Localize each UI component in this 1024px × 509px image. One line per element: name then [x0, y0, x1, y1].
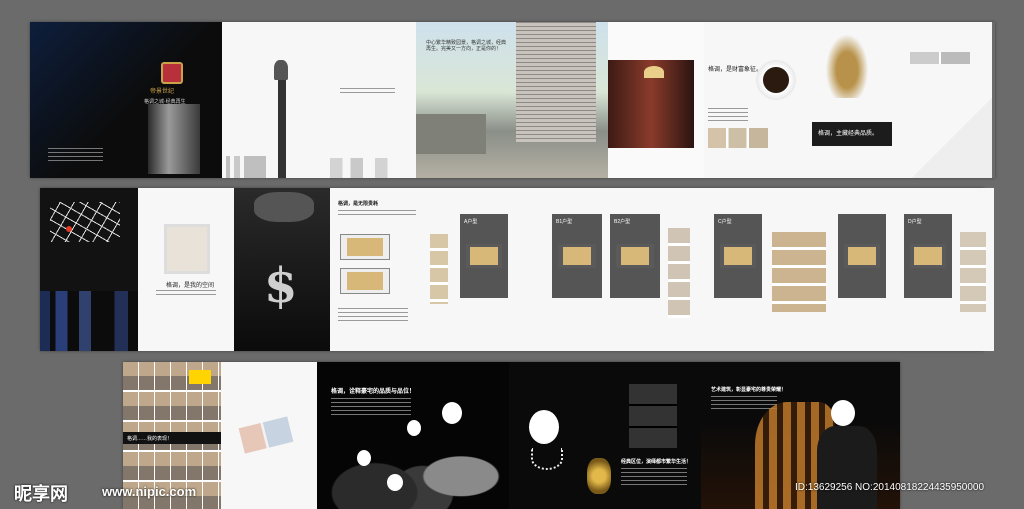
statue-page [222, 22, 320, 178]
pearl-necklace [531, 448, 563, 470]
interior-thumbs [708, 128, 768, 148]
site-plan-2 [340, 268, 390, 294]
chandelier [822, 28, 872, 98]
photo-strip [629, 384, 677, 448]
brochure-row-2: 格调，是我的空间 $ 格调，是无限贵耗 A户型 B1户型 B2户型 C户型 D户… [40, 188, 994, 351]
face-3 [357, 450, 371, 466]
white-stairs [912, 98, 992, 178]
unit-b2-panel: B2户型 [610, 214, 660, 298]
unit-b-thumbs [668, 228, 690, 318]
floorplan-overview-page: 格调，是无限贵耗 [330, 188, 426, 351]
tower-image [148, 104, 200, 174]
chandelier-page: 格调，主藏经典品质。 [800, 22, 896, 178]
unit-c-panel-2 [838, 214, 886, 298]
dollar-chain-page: $ [234, 188, 330, 351]
night-skyline [40, 291, 138, 351]
executive-group [317, 400, 509, 509]
intro-text [340, 88, 395, 96]
brand-name: 帝景世纪 [150, 89, 175, 95]
unit-d-page: D户型 [900, 188, 994, 351]
brochure-row-3: 格调……我的表现！ 格调，诠释豪宅的品质与品位！ 经典区位，演绎都市繁华生活！ … [123, 362, 900, 509]
model-face [529, 410, 559, 444]
unit-b2-label: B2户型 [614, 219, 631, 225]
page2-text [156, 290, 216, 298]
cover-text [48, 148, 103, 164]
man-suit [817, 426, 877, 509]
stairs-page [896, 22, 992, 178]
unit-b2-floorplan [616, 244, 654, 268]
shops-image [416, 114, 486, 154]
brochure-row-1: 帝景世纪 格调之城·经典再生 中心繁华精致园景，格调之城，经典再生。完美又一方向… [30, 22, 995, 178]
watermark-id: ID:13629256 NO:20140818224435950000 [795, 482, 985, 493]
unit-c-floorplan [720, 244, 756, 268]
row3-p1-heading: 格调……我的表现！ [127, 436, 173, 442]
face-4 [387, 474, 403, 491]
watermark-logo: 昵享网 [14, 484, 68, 504]
unit-b1-panel: B1户型 [552, 214, 602, 298]
intro-text-page [320, 22, 416, 178]
watermark-url: www.nipic.com [102, 484, 197, 499]
room-page: 格调，是我的空间 [138, 188, 234, 351]
coffee-page: 格调，是财富象征。 [704, 22, 800, 178]
row3-p3-heading: 格调，诠释豪宅的品质与品位！ [331, 389, 416, 395]
site-plan-1 [340, 234, 390, 260]
statue-figure [274, 60, 288, 80]
unit-c-panel: C户型 [714, 214, 762, 298]
unit-b1-label: B1户型 [556, 219, 573, 225]
page8-heading: 格调，主藏经典品质。 [818, 131, 879, 137]
lamp-shade [644, 66, 664, 78]
room-photo [164, 224, 210, 274]
page3-heading: 格调，是无限贵耗 [338, 201, 379, 207]
unit-b1-floorplan [558, 244, 596, 268]
unit-a-page: A户型 [426, 188, 516, 351]
map-page [40, 188, 138, 351]
gold-ornament [587, 458, 611, 494]
unit-b-page: B1户型 B2户型 [516, 188, 708, 351]
map-pin-icon [66, 226, 72, 232]
location-map [50, 202, 120, 242]
hand-image [254, 192, 314, 222]
street-scene-page: 中心繁华精致园景，格调之城，经典再生。完美又一方向，正是你的！ [416, 22, 608, 178]
face-2 [407, 420, 421, 436]
dollar-pendant: $ [264, 258, 298, 314]
yellow-block [189, 370, 211, 384]
page8-panel: 格调，主藏经典品质。 [812, 122, 892, 146]
unit-a-thumb [430, 234, 448, 304]
unit-a-floorplan [466, 244, 502, 268]
room-thumbs [910, 52, 970, 64]
tilted-photos [238, 416, 294, 454]
jewelry-page: 经典区位，演绎都市繁华生活！ [509, 362, 701, 509]
unit-c-thumbs [772, 232, 826, 312]
crest-logo [161, 62, 183, 84]
unit-a-label: A户型 [464, 219, 478, 225]
page3-bullets [338, 308, 408, 324]
p4-text [621, 468, 687, 488]
page7-heading: 格调，是财富象征。 [708, 67, 763, 73]
highrise-image [516, 22, 596, 142]
page7-text [708, 108, 748, 124]
unit-a-panel: A户型 [460, 214, 508, 298]
cover-page: 帝景世纪 格调之城·经典再生 [30, 22, 222, 178]
page2-heading: 格调，是我的空间 [166, 283, 215, 289]
unit-c-page: C户型 [708, 188, 900, 351]
unit-c2-floorplan [844, 244, 880, 268]
executives-page: 格调，诠释豪宅的品质与品位！ [317, 362, 509, 509]
unit-d-panel: D户型 [904, 214, 952, 298]
lamp-page [608, 22, 704, 178]
column-monument [278, 78, 286, 178]
row3-p5-heading: 艺术建筑，彰显豪宅的尊贵荣耀！ [711, 387, 787, 393]
row3-p4-heading: 经典区位，演绎都市繁华生活！ [621, 459, 692, 465]
page4-copy: 中心繁华精致园景，格调之城，经典再生。完美又一方向，正是你的！ [426, 40, 507, 52]
p1-heading-bar: 格调……我的表现！ [123, 432, 221, 444]
unit-c-label: C户型 [718, 219, 732, 225]
skyline-left [226, 156, 266, 178]
unit-d-floorplan [910, 244, 946, 268]
unit-d-thumbs [960, 232, 986, 312]
unit-d-label: D户型 [908, 219, 922, 225]
man-face [831, 400, 855, 426]
page3-text [338, 210, 416, 218]
photo-stack-page [221, 362, 317, 509]
skyline-right [330, 158, 412, 178]
face-1 [442, 402, 462, 424]
